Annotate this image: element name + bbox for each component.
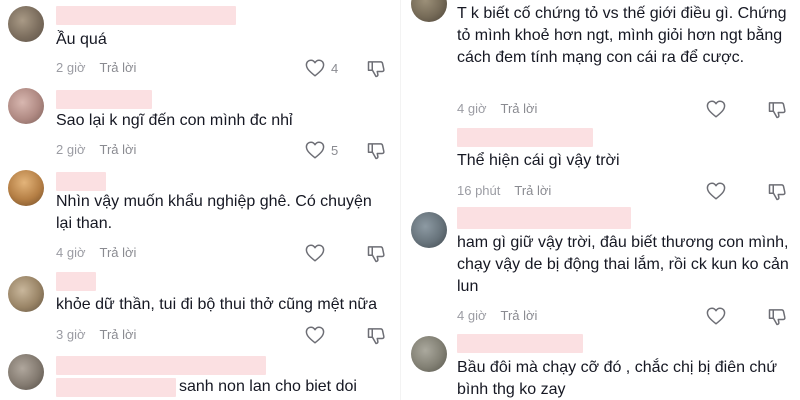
comment-column-left: Ầu quá 2 giờ Trả lời 4 Sao lại k ngĩ đến…	[0, 0, 400, 400]
reply-button[interactable]: Trả lời	[501, 101, 538, 116]
like-button[interactable]	[706, 182, 726, 200]
thumbs-down-icon	[367, 143, 385, 160]
avatar[interactable]	[8, 354, 44, 390]
avatar[interactable]	[411, 212, 447, 248]
reply-button[interactable]: Trả lời	[100, 142, 137, 157]
comment-time: 2 giờ	[56, 142, 86, 157]
like-count: 5	[331, 142, 339, 158]
dislike-button[interactable]	[767, 307, 787, 327]
avatar[interactable]	[411, 336, 447, 372]
reply-button[interactable]: Trả lời	[100, 327, 137, 342]
reply-button[interactable]: Trả lời	[501, 308, 538, 323]
dislike-button[interactable]	[767, 100, 787, 120]
comment-time: 16 phút	[457, 183, 501, 198]
avatar[interactable]	[8, 6, 44, 42]
comment-text: Bầu đôi mà chạy cỡ đó , chắc chị bị điên…	[457, 359, 778, 398]
thumbs-down-icon	[768, 102, 786, 119]
like-count: 4	[331, 60, 339, 76]
like-button[interactable]: 4	[305, 59, 338, 77]
comment-text: sanh non lan cho biet doi	[179, 378, 357, 395]
comment-text: Sao lại k ngĩ đến con mình đc nhỉ	[56, 112, 293, 129]
comment-text: T k biết cố chứng tỏ vs thế giới điều gì…	[457, 5, 787, 66]
comment-time: 4 giờ	[457, 101, 487, 116]
dislike-button[interactable]	[366, 326, 386, 346]
comment-column-right: T k biết cố chứng tỏ vs thế giới điều gì…	[400, 0, 800, 400]
redacted-username	[56, 6, 236, 25]
avatar[interactable]	[411, 0, 447, 22]
like-button[interactable]	[305, 244, 325, 262]
comment-meta: 16 phút Trả lời	[457, 183, 551, 198]
thumbs-down-icon	[367, 61, 385, 78]
comment-text: khỏe dữ thần, tui đi bộ thui thở cũng mệ…	[56, 296, 377, 313]
like-button[interactable]	[706, 307, 726, 325]
comment-meta: 2 giờ Trả lời	[56, 142, 136, 157]
comment-time: 3 giờ	[56, 327, 86, 342]
comment-text: ham gì giữ vậy trời, đâu biết thương con…	[457, 234, 789, 295]
like-button[interactable]	[706, 100, 726, 118]
thumbs-down-icon	[367, 246, 385, 263]
reply-button[interactable]: Trả lời	[514, 183, 551, 198]
heart-icon	[706, 100, 726, 118]
dislike-button[interactable]	[767, 182, 787, 202]
dislike-button[interactable]	[366, 59, 386, 79]
heart-icon	[305, 326, 325, 344]
comment-text: Ầu quá	[56, 31, 107, 48]
comment-time: 2 giờ	[56, 60, 86, 75]
thumbs-down-icon	[367, 328, 385, 345]
heart-icon	[706, 182, 726, 200]
avatar[interactable]	[8, 170, 44, 206]
heart-icon	[706, 307, 726, 325]
like-button[interactable]	[305, 326, 325, 344]
redacted-username	[56, 90, 152, 109]
thumbs-down-icon	[768, 184, 786, 201]
redacted-mention	[56, 378, 176, 397]
comment-meta: 2 giờ Trả lời	[56, 60, 136, 75]
comment-time: 4 giờ	[56, 245, 86, 260]
thumbs-down-icon	[768, 309, 786, 326]
comment-meta: 4 giờ Trả lời	[56, 245, 136, 260]
redacted-username	[457, 207, 631, 229]
dislike-button[interactable]	[366, 244, 386, 264]
comment-meta: 4 giờ Trả lời	[457, 101, 537, 116]
avatar[interactable]	[8, 88, 44, 124]
redacted-username	[457, 128, 593, 147]
heart-icon	[305, 141, 325, 159]
comment-meta: 4 giờ Trả lời	[457, 308, 537, 323]
heart-icon	[305, 59, 325, 77]
comment-text: Thể hiện cái gì vậy trời	[457, 152, 620, 169]
avatar[interactable]	[8, 276, 44, 312]
reply-button[interactable]: Trả lời	[100, 60, 137, 75]
dislike-button[interactable]	[366, 141, 386, 161]
comment-meta: 3 giờ Trả lời	[56, 327, 136, 342]
comment-text: Nhìn vậy muốn khẩu nghiệp ghê. Có chuyện…	[56, 193, 372, 232]
redacted-username	[56, 356, 266, 375]
heart-icon	[305, 244, 325, 262]
like-button[interactable]: 5	[305, 141, 338, 159]
reply-button[interactable]: Trả lời	[100, 245, 137, 260]
redacted-username	[56, 272, 96, 291]
redacted-username	[56, 172, 106, 191]
comment-time: 4 giờ	[457, 308, 487, 323]
redacted-username	[457, 334, 583, 353]
